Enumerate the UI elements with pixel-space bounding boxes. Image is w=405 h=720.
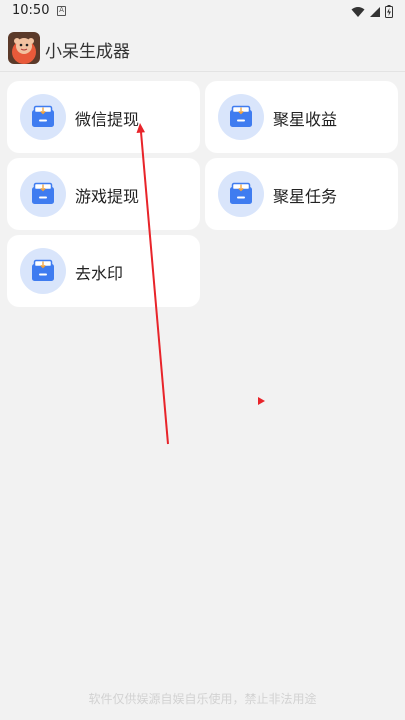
app-logo	[8, 32, 40, 64]
menu-card-label: 聚星收益	[273, 110, 338, 129]
signal-icon	[370, 6, 380, 17]
app-title: 小呆生成器	[45, 42, 130, 62]
drawer-icon	[20, 94, 66, 140]
menu-card-label: 去水印	[75, 264, 124, 283]
wifi-icon	[351, 6, 365, 17]
footer-disclaimer: 软件仅供娱源自娱自乐使用，禁止非法用途	[88, 692, 317, 706]
battery-charging-icon	[385, 5, 393, 18]
menu-card-label: 聚星任务	[273, 187, 338, 206]
menu-card-remove-watermark[interactable]: 去水印	[7, 235, 200, 307]
menu-card-wechat-withdraw[interactable]: 微信提现	[7, 81, 200, 153]
menu-card-game-withdraw[interactable]: 游戏提现	[7, 158, 200, 230]
status-time: 10:50	[12, 3, 50, 18]
status-bar: 10:50 A	[0, 0, 405, 24]
app-bar: 小呆生成器	[0, 24, 405, 72]
menu-card-label: 游戏提现	[75, 187, 140, 206]
drawer-icon	[20, 171, 66, 217]
annotation-pointer-icon	[258, 397, 265, 405]
drawer-icon	[218, 94, 264, 140]
status-icons	[351, 5, 393, 18]
drawer-icon	[20, 248, 66, 294]
menu-card-juxing-tasks[interactable]: 聚星任务	[205, 158, 398, 230]
sim-card-icon: A	[57, 6, 66, 16]
drawer-icon	[218, 171, 264, 217]
menu-card-juxing-earnings[interactable]: 聚星收益	[205, 81, 398, 153]
menu-card-label: 微信提现	[75, 110, 140, 129]
